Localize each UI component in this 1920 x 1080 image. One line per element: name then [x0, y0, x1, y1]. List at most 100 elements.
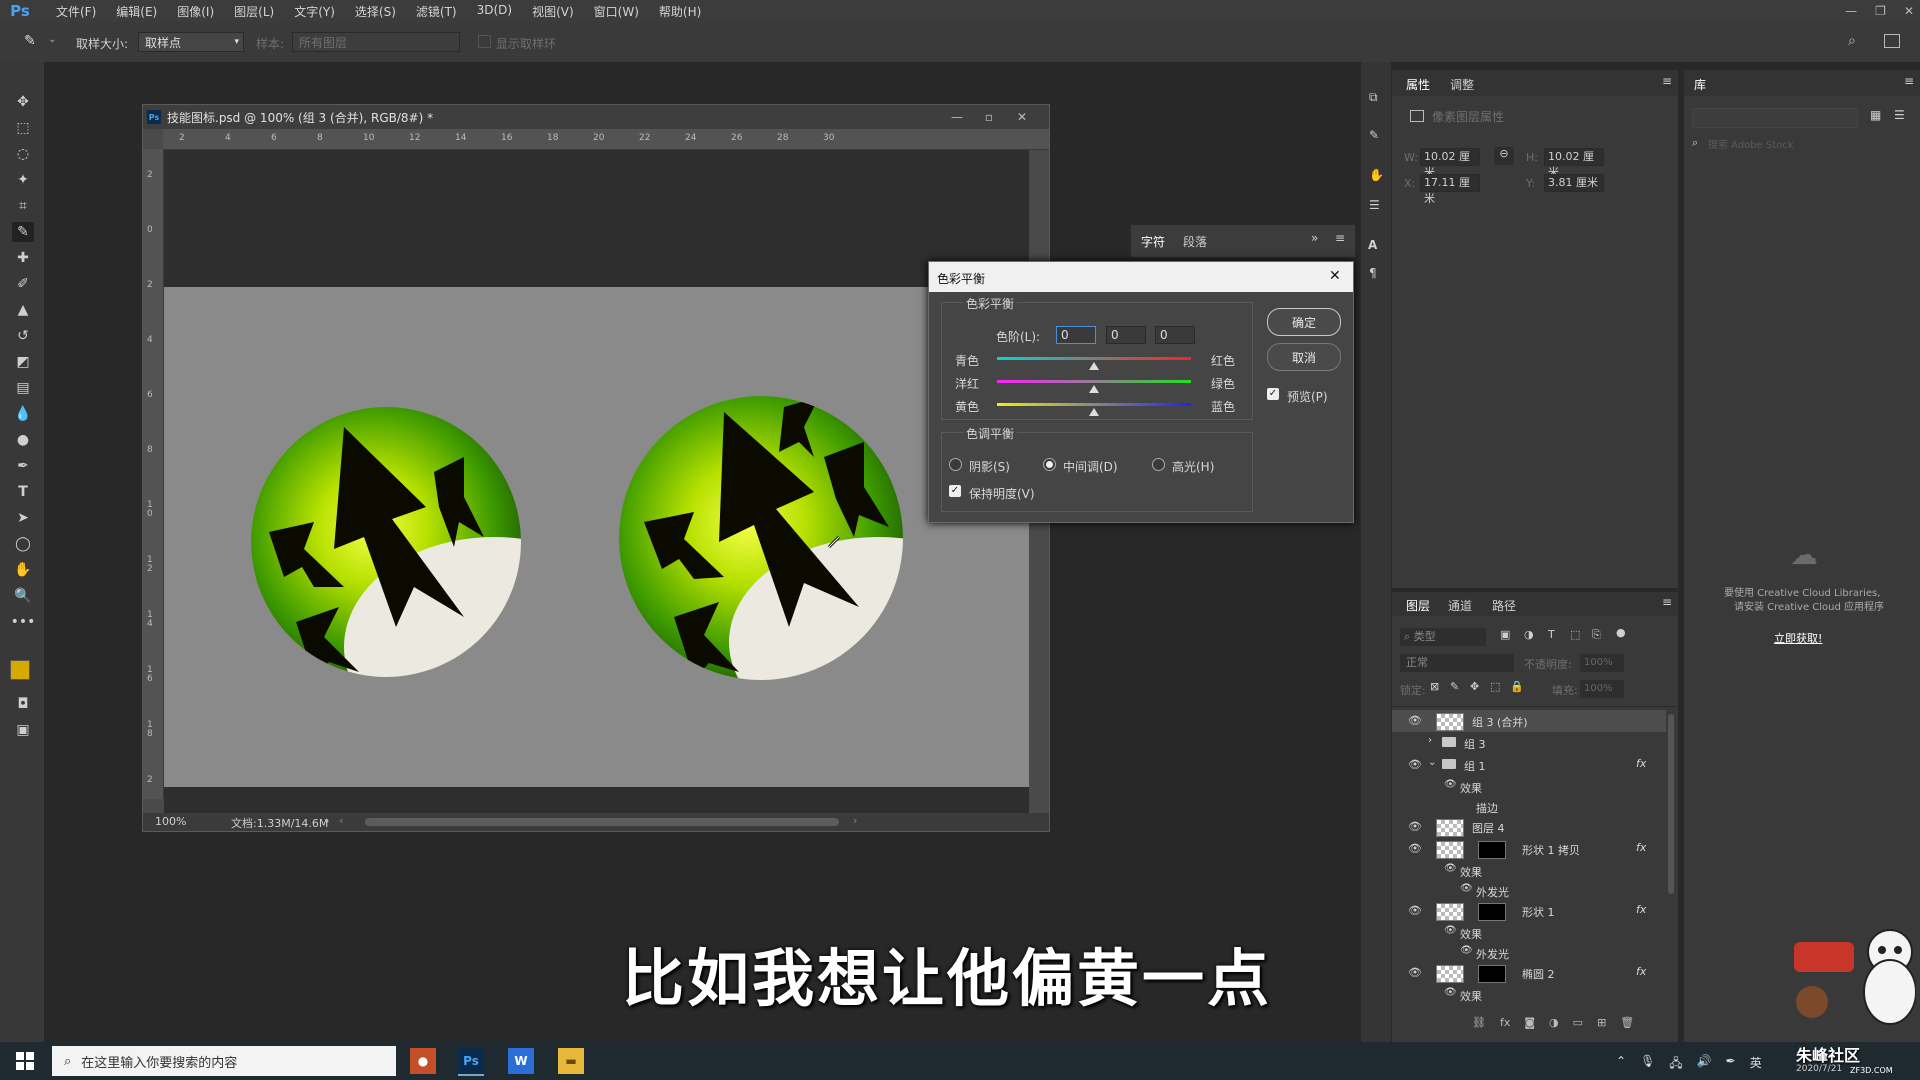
blend-mode-select[interactable]: 正常: [1400, 654, 1514, 672]
lock-image-icon[interactable]: ✎: [1450, 680, 1459, 693]
screen-mode-icon[interactable]: ▣: [12, 720, 34, 740]
new-adjustment-icon[interactable]: ◑: [1549, 1016, 1559, 1029]
magenta-green-slider-thumb[interactable]: [1089, 385, 1099, 393]
lock-transparency-icon[interactable]: ⊠: [1430, 680, 1439, 693]
menu-item[interactable]: 图像(I): [167, 3, 224, 20]
doc-restore-icon[interactable]: ▫: [985, 110, 993, 124]
layer-row[interactable]: 👁 外发光: [1392, 942, 1666, 962]
hand-tool-icon[interactable]: ✋: [12, 560, 34, 580]
path-select-icon[interactable]: ➤: [12, 508, 34, 528]
marquee-tool-icon[interactable]: ⬚: [12, 118, 34, 138]
tab-character[interactable]: 字符: [1141, 233, 1165, 250]
scroll-right-icon[interactable]: ›: [853, 814, 857, 827]
visibility-eye-icon[interactable]: 👁: [1408, 714, 1422, 727]
preview-label[interactable]: 预览(P): [1287, 388, 1328, 405]
history-brush-icon[interactable]: ↺: [12, 326, 34, 346]
new-group-icon[interactable]: ▭: [1573, 1016, 1583, 1029]
radio-shadows[interactable]: [949, 458, 962, 471]
tab-paths[interactable]: 路径: [1492, 597, 1516, 614]
effect-visibility-icon[interactable]: 👁: [1444, 863, 1457, 874]
yellow-blue-slider[interactable]: [997, 403, 1191, 406]
layer-row[interactable]: 👁 外发光: [1392, 880, 1666, 900]
filter-shape-icon[interactable]: ⬚: [1570, 628, 1580, 641]
visibility-eye-icon[interactable]: 👁: [1408, 966, 1422, 979]
filter-type-icon[interactable]: T: [1548, 628, 1555, 641]
quick-mask-icon[interactable]: ◘: [12, 694, 34, 714]
layer-row[interactable]: 👁 形状 1 fx: [1392, 900, 1666, 922]
vertical-ruler[interactable]: 2 0 2 4 6 8 1 0 1 2 1 4 1 6 1 8 2: [143, 149, 164, 799]
brush-settings-icon[interactable]: ✎: [1369, 128, 1379, 142]
zoom-tool-icon[interactable]: 🔍: [12, 586, 34, 606]
opacity-field[interactable]: 100%: [1580, 654, 1624, 672]
brush-tool-icon[interactable]: ✐: [12, 274, 34, 294]
get-now-link[interactable]: 立即获取!: [1774, 630, 1822, 646]
magenta-green-slider[interactable]: [997, 380, 1191, 383]
yellow-blue-slider-thumb[interactable]: [1089, 408, 1099, 416]
layer-row[interactable]: 👁 效果: [1392, 776, 1666, 796]
dialog-titlebar[interactable]: 色彩平衡 ✕: [929, 262, 1353, 292]
preserve-luminosity-checkbox[interactable]: ✓: [949, 485, 961, 497]
effect-visibility-icon[interactable]: 👁: [1444, 779, 1457, 790]
layer-filter-select[interactable]: ⌕ 类型: [1400, 628, 1486, 646]
visibility-eye-icon[interactable]: 👁: [1408, 820, 1422, 833]
menu-item[interactable]: 编辑(E): [106, 3, 167, 20]
filter-toggle-icon[interactable]: ●: [1616, 626, 1626, 639]
layer-row[interactable]: › 组 3: [1392, 732, 1666, 754]
level-yellow-blue-input[interactable]: 0: [1155, 326, 1195, 344]
doc-close-icon[interactable]: ✕: [1017, 110, 1027, 124]
tab-channels[interactable]: 通道: [1448, 597, 1472, 614]
radio-midtones[interactable]: [1043, 458, 1056, 471]
app-icon-photoshop[interactable]: Ps: [458, 1048, 484, 1076]
minimize-icon[interactable]: —: [1845, 4, 1857, 18]
fx-badge[interactable]: fx: [1636, 965, 1646, 978]
tab-adjustments[interactable]: 调整: [1450, 76, 1474, 93]
scroll-left-icon[interactable]: ‹: [339, 814, 343, 827]
library-dropdown[interactable]: [1692, 108, 1858, 128]
character-panel-icon[interactable]: A: [1368, 238, 1377, 252]
horizontal-scrollbar[interactable]: [365, 818, 839, 826]
panel-menu-icon[interactable]: ≡: [1662, 74, 1672, 88]
horizontal-ruler[interactable]: 2 4 6 8 10 12 14 16 18 20 22 24 26 28 30: [163, 129, 1049, 150]
volume-icon[interactable]: 🔊: [1697, 1054, 1712, 1075]
layer-row[interactable]: 👁 图层 4: [1392, 816, 1666, 838]
menu-item[interactable]: 窗口(W): [584, 3, 649, 20]
filter-pixel-icon[interactable]: ▣: [1500, 628, 1510, 641]
tab-layers[interactable]: 图层: [1406, 597, 1430, 614]
adjust-icon[interactable]: ☰: [1369, 198, 1380, 212]
tab-properties[interactable]: 属性: [1406, 76, 1430, 93]
layer-row[interactable]: 👁 形状 1 拷贝 fx: [1392, 838, 1666, 860]
show-ring-checkbox[interactable]: [478, 35, 491, 48]
preserve-luminosity-label[interactable]: 保持明度(V): [969, 485, 1035, 502]
radio-midtones-label[interactable]: 中间调(D): [1063, 458, 1118, 475]
magic-wand-tool-icon[interactable]: ✦: [12, 170, 34, 190]
layer-row[interactable]: 👁 ⌄ 组 1 fx: [1392, 754, 1666, 776]
preview-checkbox[interactable]: ✓: [1267, 388, 1279, 400]
ok-button[interactable]: 确定: [1267, 308, 1341, 336]
eyedropper-icon[interactable]: ✎: [24, 33, 42, 51]
level-magenta-green-input[interactable]: 0: [1106, 326, 1146, 344]
app-icon-recorder[interactable]: ●: [410, 1048, 436, 1074]
fx-badge[interactable]: fx: [1636, 841, 1646, 854]
lock-artboard-icon[interactable]: ⬚: [1490, 680, 1500, 693]
filter-smart-icon[interactable]: ⎘: [1592, 628, 1601, 642]
status-arrow-icon[interactable]: ›: [325, 814, 329, 827]
more-tools-icon[interactable]: •••: [11, 612, 36, 632]
visibility-eye-icon[interactable]: 👁: [1408, 904, 1422, 917]
collapse-icon[interactable]: »: [1311, 231, 1318, 245]
tab-libraries[interactable]: 库: [1694, 76, 1706, 93]
cancel-button[interactable]: 取消: [1267, 343, 1341, 371]
search-icon[interactable]: ⌕: [1848, 33, 1856, 49]
document-tab[interactable]: Ps 技能图标.psd @ 100% (组 3 (合并), RGB/8#) * …: [143, 105, 1049, 129]
tray-expand-icon[interactable]: ⌃: [1616, 1054, 1626, 1075]
layers-scrollbar[interactable]: [1668, 714, 1674, 894]
add-mask-icon[interactable]: ◙: [1524, 1016, 1535, 1029]
layer-row[interactable]: 👁 椭圆 2 fx: [1392, 962, 1666, 984]
doc-minimize-icon[interactable]: —: [951, 110, 963, 124]
effect-visibility-icon[interactable]: 👁: [1444, 987, 1457, 998]
workspace-icon[interactable]: [1884, 34, 1900, 48]
cyan-red-slider-thumb[interactable]: [1089, 362, 1099, 370]
effect-visibility-icon[interactable]: 👁: [1444, 925, 1457, 936]
dodge-tool-icon[interactable]: ●: [12, 430, 34, 450]
layer-row[interactable]: 👁 效果: [1392, 860, 1666, 880]
link-icon[interactable]: ⊖: [1494, 147, 1514, 165]
